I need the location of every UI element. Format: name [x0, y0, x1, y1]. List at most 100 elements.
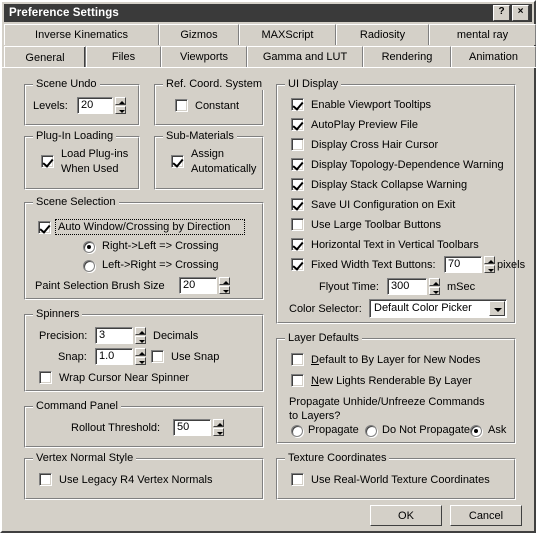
- rollout-threshold-spinner[interactable]: [213, 419, 224, 436]
- fixed-width-spinner[interactable]: [484, 256, 495, 273]
- undo-levels-input[interactable]: 20: [77, 97, 113, 114]
- preference-settings-dialog: Preference Settings ? × Inverse Kinemati…: [0, 0, 536, 533]
- display-topology-warning-label: Display Topology-Dependence Warning: [311, 159, 504, 171]
- tab-animation[interactable]: Animation: [451, 46, 536, 67]
- undo-levels-spinner[interactable]: [115, 97, 126, 114]
- group-plugin-loading: Plug-In Loading Load Plug-ins When Used: [24, 130, 140, 190]
- tab-general[interactable]: General: [4, 46, 86, 68]
- flyout-time-input[interactable]: 300: [387, 278, 427, 295]
- tab-viewports[interactable]: Viewports: [161, 46, 247, 67]
- default-by-layer-checkbox[interactable]: [291, 353, 304, 366]
- color-selector-dropdown[interactable]: Default Color Picker: [369, 299, 507, 318]
- save-ui-config-on-exit-label: Save UI Configuration on Exit: [311, 199, 456, 211]
- load-plugins-label-line1: Load Plug-ins: [61, 148, 129, 160]
- group-command-panel: Command Panel Rollout Threshold: 50: [24, 400, 264, 448]
- group-texture-coordinates-title: Texture Coordinates: [285, 452, 390, 464]
- brush-size-spinner[interactable]: [219, 277, 230, 294]
- cancel-button[interactable]: Cancel: [450, 505, 522, 526]
- default-by-layer-accel: D: [311, 354, 319, 366]
- precision-spinner[interactable]: [135, 327, 146, 344]
- decimals-label: Decimals: [153, 330, 199, 342]
- enable-viewport-tooltips-checkbox[interactable]: [291, 98, 304, 111]
- color-selector-label: Color Selector:: [289, 303, 362, 315]
- flyout-time-spinner[interactable]: [429, 278, 440, 295]
- use-large-toolbar-buttons-label: Use Large Toolbar Buttons: [311, 219, 442, 231]
- radio-do-not-propagate[interactable]: [365, 425, 377, 437]
- propagate-question-line2: to Layers?: [289, 410, 341, 422]
- horizontal-text-vertical-toolbars-checkbox[interactable]: [291, 238, 304, 251]
- group-ui-display: UI Display Enable Viewport Tooltips Auto…: [276, 78, 525, 324]
- precision-label: Precision:: [39, 330, 88, 342]
- chevron-down-icon[interactable]: [489, 301, 505, 316]
- snap-label: Snap:: [58, 351, 87, 363]
- tab-inverse-kinematics[interactable]: Inverse Kinematics: [4, 24, 159, 45]
- use-large-toolbar-buttons-checkbox[interactable]: [291, 218, 304, 231]
- help-icon[interactable]: ?: [493, 5, 510, 21]
- tab-gamma-and-lut[interactable]: Gamma and LUT: [247, 46, 363, 67]
- tab-maxscript[interactable]: MAXScript: [239, 24, 336, 45]
- tab-rendering[interactable]: Rendering: [363, 46, 451, 67]
- new-lights-accel: N: [311, 375, 319, 387]
- legacy-r4-normals-checkbox[interactable]: [39, 473, 52, 486]
- wrap-cursor-label: Wrap Cursor Near Spinner: [59, 372, 190, 384]
- radio-left-right-crossing-label: Left->Right => Crossing: [102, 259, 219, 271]
- display-stack-collapse-warning-checkbox[interactable]: [291, 178, 304, 191]
- radio-do-not-propagate-label: Do Not Propagate: [382, 424, 471, 436]
- propagate-question-line1: Propagate Unhide/Unfreeze Commands: [289, 396, 485, 408]
- brush-size-input[interactable]: 20: [179, 277, 217, 294]
- fixed-width-text-buttons-checkbox[interactable]: [291, 258, 304, 271]
- group-layer-defaults: Layer Defaults Default to By Layer for N…: [276, 332, 516, 444]
- assign-automatically-checkbox[interactable]: [171, 155, 184, 168]
- precision-input[interactable]: 3: [95, 327, 133, 344]
- radio-propagate-label: Propagate: [308, 424, 359, 436]
- close-icon[interactable]: ×: [512, 5, 529, 21]
- group-ref-coord-system-title: Ref. Coord. System: [163, 78, 265, 90]
- snap-spinner[interactable]: [135, 348, 146, 365]
- auto-window-crossing-checkbox[interactable]: [38, 221, 51, 234]
- radio-left-right-crossing[interactable]: [83, 260, 95, 272]
- load-plugins-label-line2: When Used: [61, 163, 119, 175]
- display-topology-warning-checkbox[interactable]: [291, 158, 304, 171]
- tab-files[interactable]: Files: [86, 46, 161, 67]
- group-spinners: Spinners Precision: 3 Decimals Snap: 1.0…: [24, 308, 264, 392]
- autoplay-preview-file-checkbox[interactable]: [291, 118, 304, 131]
- group-scene-selection: Scene Selection Auto Window/Crossing by …: [24, 196, 264, 300]
- snap-input[interactable]: 1.0: [95, 348, 133, 365]
- enable-viewport-tooltips-label: Enable Viewport Tooltips: [311, 99, 432, 111]
- radio-propagate[interactable]: [291, 425, 303, 437]
- radio-ask[interactable]: [470, 425, 482, 437]
- assign-label-line1: Assign: [191, 148, 225, 160]
- group-vertex-normal-style: Vertex Normal Style Use Legacy R4 Vertex…: [24, 452, 264, 500]
- group-vertex-normal-style-title: Vertex Normal Style: [33, 452, 137, 464]
- use-snap-checkbox[interactable]: [151, 350, 164, 363]
- tab-radiosity[interactable]: Radiosity: [336, 24, 429, 45]
- color-selector-value: Default Color Picker: [374, 302, 472, 314]
- constant-checkbox[interactable]: [175, 99, 188, 112]
- save-ui-config-on-exit-checkbox[interactable]: [291, 198, 304, 211]
- constant-label: Constant: [195, 100, 240, 112]
- group-texture-coordinates: Texture Coordinates Use Real-World Textu…: [276, 452, 516, 500]
- group-layer-defaults-title: Layer Defaults: [285, 332, 362, 344]
- new-lights-renderable-label: New Lights Renderable By Layer: [311, 375, 472, 387]
- new-lights-renderable-checkbox[interactable]: [291, 374, 304, 387]
- radio-right-left-crossing[interactable]: [83, 241, 95, 253]
- group-sub-materials-title: Sub-Materials: [163, 130, 237, 142]
- legacy-r4-normals-label: Use Legacy R4 Vertex Normals: [59, 474, 213, 486]
- flyout-time-label: Flyout Time:: [319, 281, 379, 293]
- display-cross-hair-cursor-checkbox[interactable]: [291, 138, 304, 151]
- wrap-cursor-checkbox[interactable]: [39, 371, 52, 384]
- load-plugins-checkbox[interactable]: [41, 155, 54, 168]
- new-lights-rest: ew Lights Renderable By Layer: [318, 375, 472, 387]
- rollout-threshold-label: Rollout Threshold:: [71, 422, 161, 434]
- rollout-threshold-input[interactable]: 50: [173, 419, 211, 436]
- group-sub-materials: Sub-Materials Assign Automatically: [154, 130, 264, 190]
- fixed-width-input[interactable]: 70: [444, 256, 482, 273]
- pixels-label: pixels: [497, 259, 526, 271]
- group-scene-selection-title: Scene Selection: [33, 196, 119, 208]
- tab-gizmos[interactable]: Gizmos: [159, 24, 239, 45]
- real-world-texture-coords-label: Use Real-World Texture Coordinates: [311, 474, 490, 486]
- tab-mental-ray[interactable]: mental ray: [429, 24, 536, 45]
- ok-button[interactable]: OK: [370, 505, 442, 526]
- display-stack-collapse-warning-label: Display Stack Collapse Warning: [311, 179, 468, 191]
- real-world-texture-coords-checkbox[interactable]: [291, 473, 304, 486]
